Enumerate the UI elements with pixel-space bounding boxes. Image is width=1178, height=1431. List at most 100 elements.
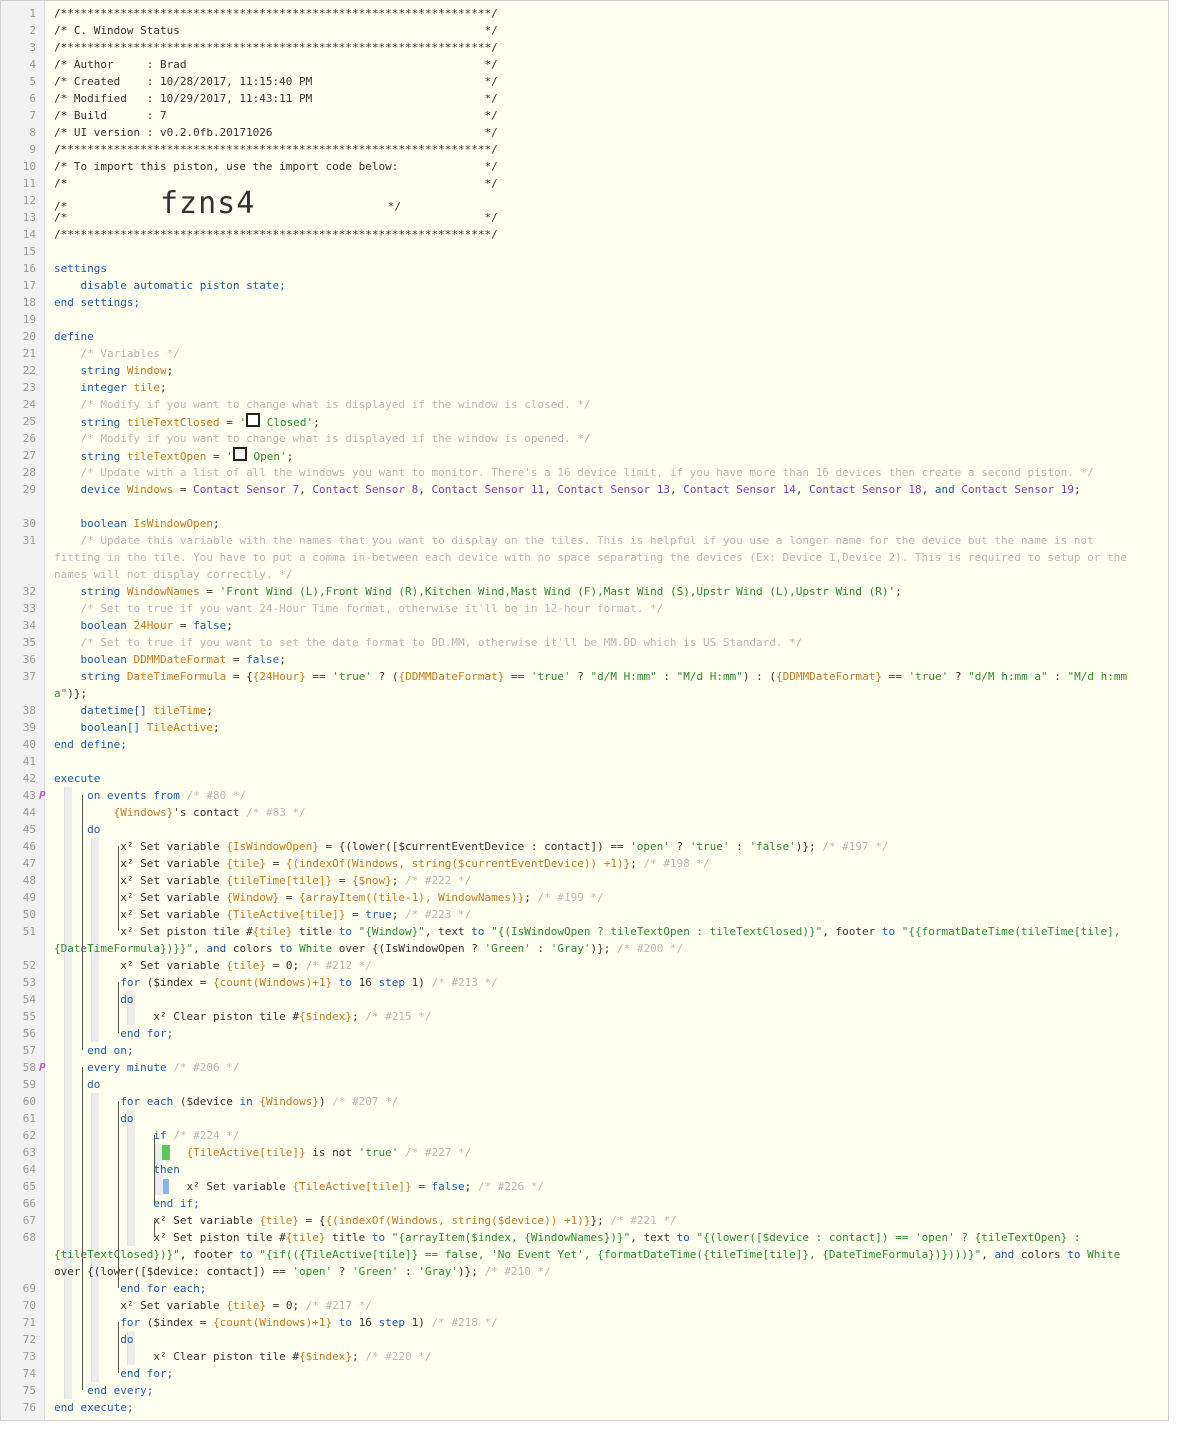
code-text: every minute /* #206 */ bbox=[87, 1061, 240, 1074]
code-line: 30 boolean IsWindowOpen; bbox=[1, 515, 1168, 532]
line-number: 36 bbox=[22, 653, 36, 666]
code-text: /***************************************… bbox=[54, 143, 498, 156]
code-line: 46 x² Set variable {IsWindowOpen} = {(lo… bbox=[1, 838, 1168, 855]
code-text: x² Set variable {IsWindowOpen} = {(lower… bbox=[54, 840, 889, 853]
line-number: 60 bbox=[22, 1095, 36, 1108]
code-line: 69 end for each; bbox=[1, 1280, 1168, 1297]
line-number: 44 bbox=[22, 806, 36, 819]
line-number: 42 bbox=[22, 772, 36, 785]
code-text: {TileActive[tile]} is not 'true' /* #227… bbox=[186, 1146, 472, 1159]
code-line: 45 do bbox=[1, 821, 1168, 838]
code-text: x² Set variable {tile} = {{(indexOf(Wind… bbox=[54, 1214, 677, 1227]
line-number: 17 bbox=[22, 279, 36, 292]
code-text: boolean 24Hour = false; bbox=[80, 619, 233, 632]
code-line: 36 boolean DDMMDateFormat = false; bbox=[1, 651, 1168, 668]
code-text: /* To import this piston, use the import… bbox=[54, 160, 498, 173]
code-line: 5 /* Created : 10/28/2017, 11:15:40 PM */ bbox=[1, 73, 1168, 90]
code-line: 70 x² Set variable {tile} = 0; /* #217 *… bbox=[1, 1297, 1168, 1314]
code-line: 8 /* UI version : v0.2.0fb.20171026 */ bbox=[1, 124, 1168, 141]
line-number: 40 bbox=[22, 738, 36, 751]
code-line: 25 string tileTextClosed = ' Closed'; bbox=[1, 413, 1168, 430]
code-line: 17 disable automatic piston state; bbox=[1, 277, 1168, 294]
code-line: 41 bbox=[1, 753, 1168, 770]
code-line: 38 datetime[] tileTime; bbox=[1, 702, 1168, 719]
code-text: end on; bbox=[87, 1044, 134, 1057]
code-text: x² Set variable {TileActive[tile]} = fal… bbox=[54, 1180, 545, 1193]
code-text: end if; bbox=[153, 1197, 200, 1210]
code-text: /* Update this variable with the names t… bbox=[54, 534, 1134, 581]
line-number: 59 bbox=[22, 1078, 36, 1091]
code-text: x² Set variable {tile} = 0; /* #217 */ bbox=[54, 1299, 372, 1312]
code-line: 54 do bbox=[1, 991, 1168, 1008]
code-line: 23 integer tile; bbox=[1, 379, 1168, 396]
code-text: execute bbox=[54, 772, 101, 785]
code-text: /* UI version : v0.2.0fb.20171026 */ bbox=[54, 126, 498, 139]
code-line: 21 /* Variables */ bbox=[1, 345, 1168, 362]
line-number: 11 bbox=[22, 177, 36, 190]
code-line: 32 string WindowNames = 'Front Wind (L),… bbox=[1, 583, 1168, 600]
code-line: 39 boolean[] TileActive; bbox=[1, 719, 1168, 736]
line-number: 26 bbox=[22, 432, 36, 445]
code-text: x² Clear piston tile #{$index}; /* #220 … bbox=[54, 1350, 432, 1363]
code-text: string DateTimeFormula = {{24Hour} == 't… bbox=[54, 670, 1134, 700]
code-text: do bbox=[120, 993, 134, 1006]
code-text: do bbox=[87, 823, 101, 836]
code-text: /* Author : Brad */ bbox=[54, 58, 498, 71]
code-text: /* Build : 7 */ bbox=[54, 109, 498, 122]
code-line: 52 x² Set variable {tile} = 0; /* #212 *… bbox=[1, 957, 1168, 974]
code-text: for each ($device in {Windows}) /* #207 … bbox=[120, 1095, 399, 1108]
code-line: 68 x² Set piston tile #{tile} title to "… bbox=[1, 1229, 1168, 1280]
line-number: 38 bbox=[22, 704, 36, 717]
code-line: 22 string Window; bbox=[1, 362, 1168, 379]
line-number: 41 bbox=[22, 755, 36, 768]
code-line: 29 device Windows = Contact Sensor 7, Co… bbox=[1, 481, 1168, 515]
line-number: 43 bbox=[22, 789, 36, 802]
code-line: 44 {Windows}'s contact /* #83 */ bbox=[1, 804, 1168, 821]
code-text: /* Modified : 10/29/2017, 11:43:11 PM */ bbox=[54, 92, 498, 105]
code-line: 27 string tileTextOpen = ' Open'; bbox=[1, 447, 1168, 464]
line-number: 63 bbox=[22, 1146, 36, 1159]
code-line: 53 for ($index = {count(Windows)+1} to 1… bbox=[1, 974, 1168, 991]
code-text: /* Created : 10/28/2017, 11:15:40 PM */ bbox=[54, 75, 498, 88]
line-number: 37 bbox=[22, 670, 36, 683]
code-text: boolean IsWindowOpen; bbox=[80, 517, 220, 530]
code-text: /***************************************… bbox=[54, 228, 498, 241]
block-bracket bbox=[118, 846, 119, 931]
line-number: 10 bbox=[22, 160, 36, 173]
code-text: end every; bbox=[87, 1384, 154, 1397]
line-number: 64 bbox=[22, 1163, 36, 1176]
line-number: 3 bbox=[29, 41, 36, 54]
code-line: 65 x² Set variable {TileActive[tile]} = … bbox=[1, 1178, 1168, 1195]
code-text: string tileTextOpen = ' Open'; bbox=[54, 447, 1128, 465]
line-number: 23 bbox=[22, 381, 36, 394]
code-line: 14 /*************************************… bbox=[1, 226, 1168, 243]
code-line: 24 /* Modify if you want to change what … bbox=[1, 396, 1168, 413]
code-line: 56 end for; bbox=[1, 1025, 1168, 1042]
line-number: 52 bbox=[22, 959, 36, 972]
code-text: end settings; bbox=[54, 296, 141, 309]
code-line: 43 P on events from /* #80 */ bbox=[1, 787, 1168, 804]
line-number: 12 bbox=[22, 194, 36, 207]
line-number: 54 bbox=[22, 993, 36, 1006]
code-text: /***************************************… bbox=[54, 41, 498, 54]
code-line: 6 /* Modified : 10/29/2017, 11:43:11 PM *… bbox=[1, 90, 1168, 107]
code-line: 19 bbox=[1, 311, 1168, 328]
code-text: disable automatic piston state; bbox=[80, 279, 286, 292]
line-number: 4 bbox=[29, 58, 36, 71]
code-text: string tileTextClosed = ' Closed'; bbox=[54, 413, 1128, 431]
code-text: /* Variables */ bbox=[80, 347, 180, 360]
code-text: do bbox=[120, 1112, 134, 1125]
code-line: 20 define bbox=[1, 328, 1168, 345]
code-line: 50 x² Set variable {TileActive[tile]} = … bbox=[1, 906, 1168, 923]
line-number: 9 bbox=[29, 143, 36, 156]
code-text: /* Modify if you want to change what is … bbox=[80, 398, 591, 411]
code-line: 13 /* */ bbox=[1, 209, 1168, 226]
code-line: 12/* fzns4 */ bbox=[1, 189, 1168, 219]
code-text: x² Set variable {tileTime[tile]} = {$now… bbox=[54, 874, 472, 887]
line-number: 68 bbox=[22, 1231, 36, 1244]
code-text: end for; bbox=[120, 1367, 174, 1380]
line-number: 13 bbox=[22, 211, 36, 224]
code-text: end define; bbox=[54, 738, 127, 751]
code-text: /* Modify if you want to change what is … bbox=[80, 432, 591, 445]
line-number: 45 bbox=[22, 823, 36, 836]
